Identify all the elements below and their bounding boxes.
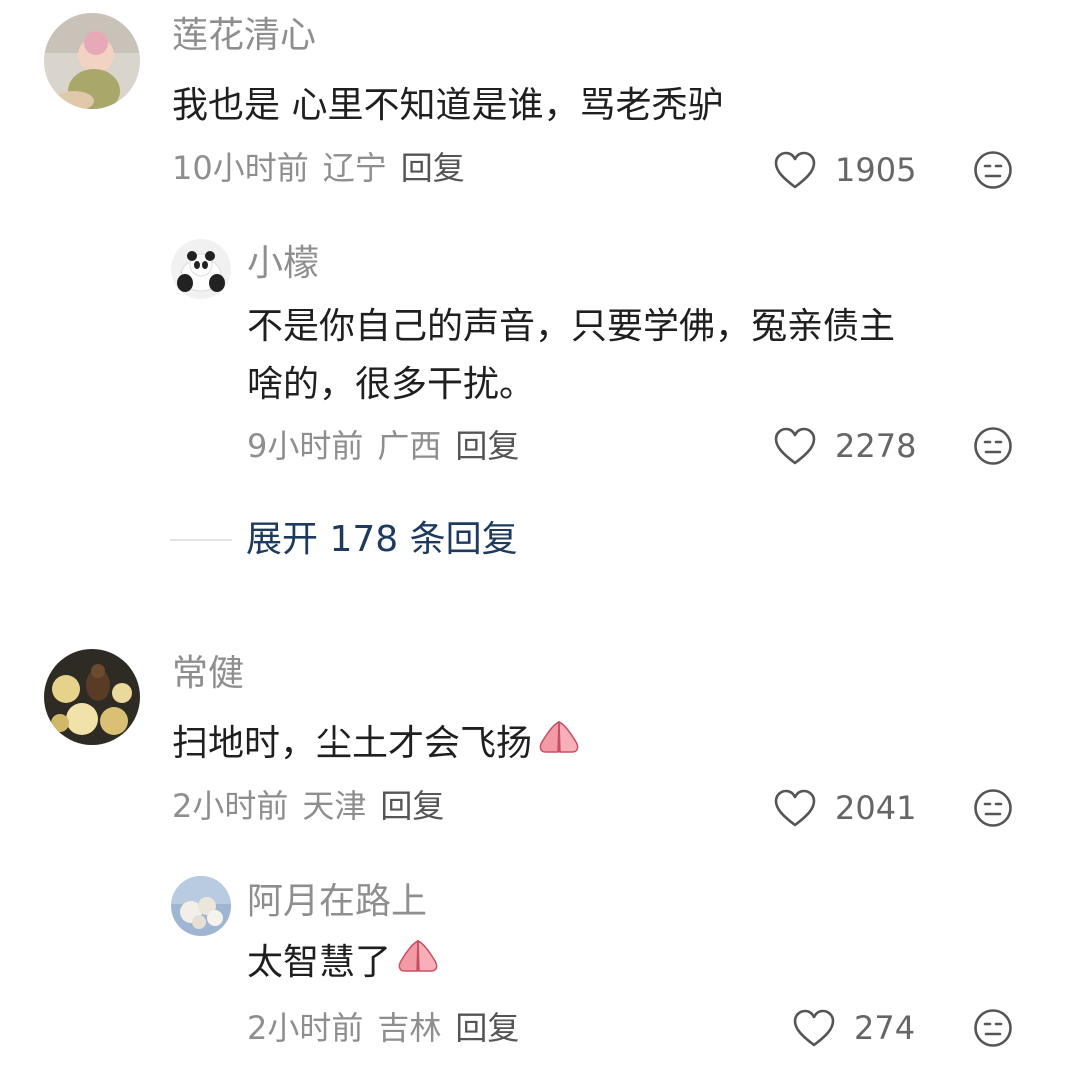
reply-item: 小檬 不是你自己的声音，只要学佛，冤亲债主 啥的，很多干扰。 9小时前 广西 回复 … [0,230,1078,480]
praying-hands-emoji [395,935,441,993]
timestamp: 2小时前 [247,1009,364,1047]
reply-button[interactable]: 回复 [380,787,444,825]
comment-item: 常健 扫地时，尘土才会飞扬 2小时前 天津 回复 2041 [0,640,1078,840]
location: 吉林 [377,1009,442,1047]
avatar[interactable] [171,239,231,299]
username[interactable]: 常健 [172,652,244,696]
like-count: 1905 [835,151,917,189]
like-button[interactable]: 2041 [773,786,916,830]
username[interactable]: 小檬 [247,242,319,286]
comment-text-content: 扫地时，尘土才会飞扬 [172,723,533,764]
reply-item: 阿月在路上 太智慧了 2小时前 吉林 回复 274 [0,868,1078,1068]
reply-button[interactable]: 回复 [401,149,465,187]
username[interactable]: 阿月在路上 [247,880,427,924]
comment-text: 我也是 心里不知道是谁，骂老秃驴 [172,85,724,126]
like-count: 274 [854,1009,916,1047]
reply-text: 不是你自己的声音，只要学佛，冤亲债主 啥的，很多干扰。 [247,298,1037,414]
reply-text-line: 啥的，很多干扰。 [247,364,536,405]
like-button[interactable]: 2278 [773,424,916,468]
comment-meta: 2小时前 天津 回复 [172,786,458,826]
location: 天津 [302,787,367,825]
meh-face-icon [974,151,1012,189]
react-button[interactable] [973,788,1013,832]
username[interactable]: 莲花清心 [172,14,316,58]
reply-button[interactable]: 回复 [455,427,519,465]
reply-text-content: 太智慧了 [247,942,392,983]
comment-meta: 10小时前 辽宁 回复 [172,148,479,188]
heart-outline-icon [774,789,816,827]
expand-replies-button[interactable]: 展开 178 条回复 [170,518,518,562]
comment-text: 扫地时，尘土才会飞扬 [172,715,582,774]
react-button[interactable] [973,150,1013,194]
react-button[interactable] [973,426,1013,470]
heart-outline-icon [774,427,816,465]
praying-hands-emoji [536,716,582,774]
divider [170,539,232,541]
heart-outline-icon [774,151,816,189]
timestamp: 9小时前 [247,427,364,465]
reply-text-line: 不是你自己的声音，只要学佛，冤亲债主 [247,306,896,347]
like-count: 2041 [835,789,917,827]
like-button[interactable]: 1905 [773,148,916,192]
expand-replies-label[interactable]: 展开 178 条回复 [246,518,518,562]
meh-face-icon [974,427,1012,465]
location: 广西 [377,427,442,465]
reply-button[interactable]: 回复 [455,1009,519,1047]
comment-item: 莲花清心 我也是 心里不知道是谁，骂老秃驴 10小时前 辽宁 回复 1905 [0,0,1078,200]
location: 辽宁 [322,149,387,187]
meh-face-icon [974,1009,1012,1047]
avatar[interactable] [44,649,140,745]
like-count: 2278 [835,427,917,465]
meh-face-icon [974,789,1012,827]
timestamp: 10小时前 [172,149,309,187]
heart-outline-icon [793,1009,835,1047]
reply-text: 太智慧了 [247,934,441,993]
avatar[interactable] [171,876,231,936]
comment-meta: 2小时前 吉林 回复 [247,1008,533,1048]
react-button[interactable] [973,1008,1013,1052]
comment-meta: 9小时前 广西 回复 [247,426,533,466]
like-button[interactable]: 274 [792,1006,915,1050]
timestamp: 2小时前 [172,787,289,825]
avatar[interactable] [44,13,140,109]
